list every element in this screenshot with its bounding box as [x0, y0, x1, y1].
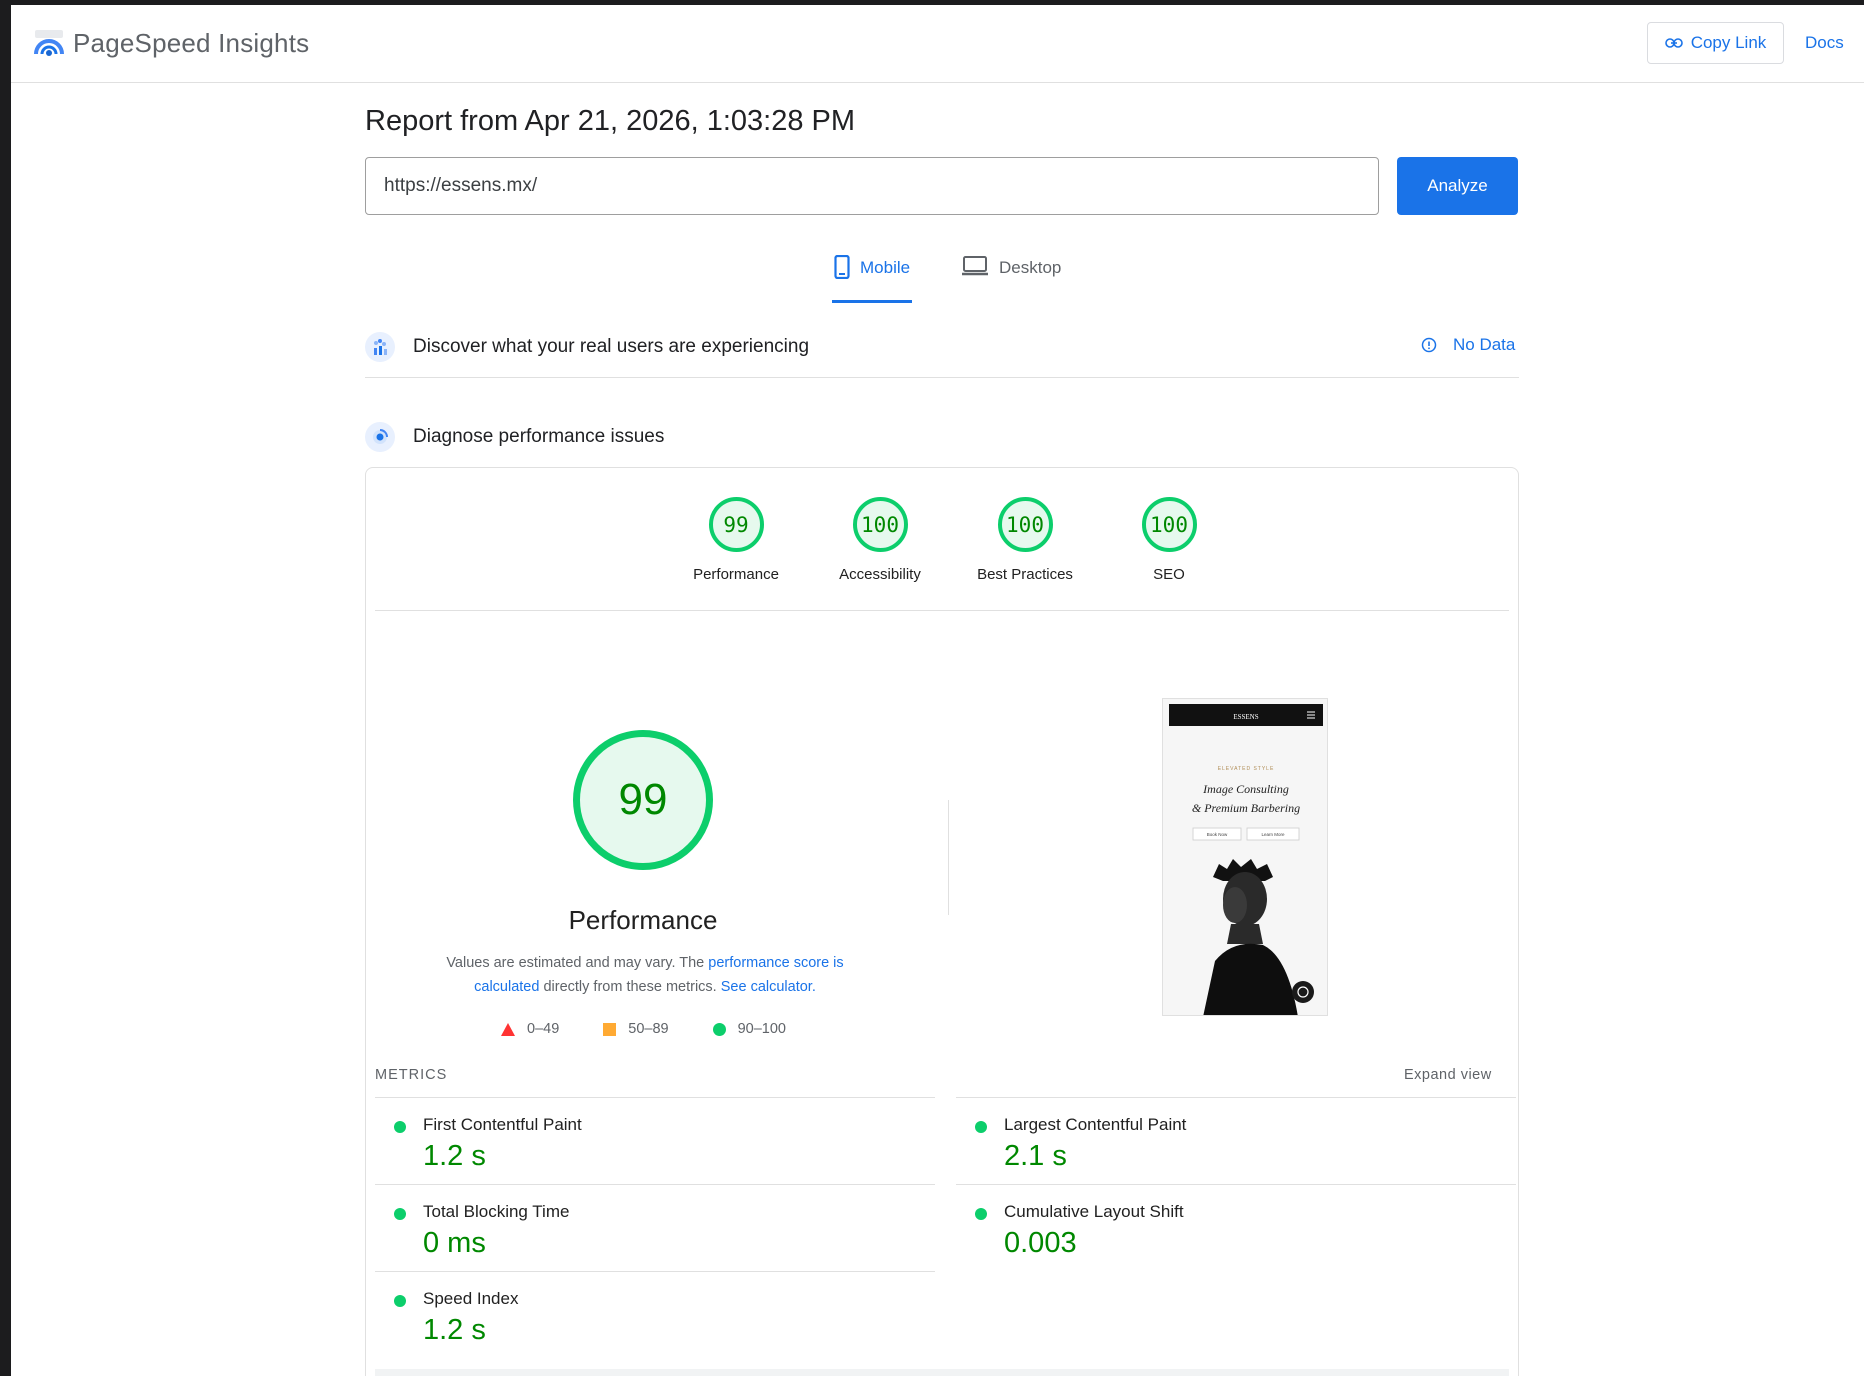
analyze-button[interactable]: Analyze — [1397, 157, 1518, 215]
pass-dot-icon — [975, 1121, 987, 1133]
tab-mobile[interactable]: Mobile — [832, 255, 913, 303]
metrics-header: METRICS — [375, 1067, 448, 1083]
diagnose-section-header: Diagnose performance issues — [365, 418, 1519, 456]
metric-largest-contentful-paint: Largest Contentful Paint 2.1 s — [956, 1097, 1516, 1184]
screenshot-brand: ESSENS — [1233, 713, 1258, 721]
gauge-performance[interactable]: 99 Performance — [676, 497, 796, 583]
app-title: PageSpeed Insights — [73, 28, 310, 58]
legend-fail: 0–49 — [501, 1021, 559, 1037]
orange-square-icon — [603, 1022, 617, 1036]
performance-score-gauge: 99 — [573, 730, 713, 870]
metric-value: 0 ms — [423, 1227, 486, 1259]
bottom-strip — [375, 1369, 1509, 1376]
divider — [375, 610, 1509, 611]
metric-name: Cumulative Layout Shift — [1004, 1202, 1184, 1221]
legend-pass: 90–100 — [712, 1021, 786, 1037]
metric-name: First Contentful Paint — [423, 1115, 582, 1134]
metric-name: Speed Index — [423, 1289, 519, 1308]
metric-value: 1.2 s — [423, 1140, 486, 1172]
gauge-seo[interactable]: 100 SEO — [1109, 497, 1229, 583]
laptop-icon — [962, 256, 988, 276]
metric-value: 2.1 s — [1004, 1140, 1067, 1172]
pass-dot-icon — [394, 1295, 406, 1307]
divider — [365, 377, 1519, 378]
no-data-label: No Data — [1453, 335, 1516, 354]
performance-description: Values are estimated and may vary. The p… — [435, 951, 855, 999]
link-icon — [1664, 38, 1683, 48]
gauge-label: Accessibility — [839, 566, 921, 583]
copy-link-label: Copy Link — [1690, 33, 1767, 52]
page-screenshot-thumbnail[interactable]: ESSENS ELEVATED STYLE Image Consulting &… — [1162, 698, 1328, 1016]
url-input[interactable] — [365, 157, 1379, 215]
crux-title: Discover what your real users are experi… — [413, 336, 810, 357]
divider — [948, 800, 949, 915]
pass-dot-icon — [975, 1208, 987, 1220]
legend-label: 50–89 — [628, 1021, 669, 1037]
gauge-score: 99 — [708, 497, 764, 552]
tab-desktop[interactable]: Desktop — [961, 255, 1061, 300]
metric-name: Largest Contentful Paint — [1004, 1115, 1187, 1134]
gauge-score: 100 — [997, 497, 1053, 552]
desc-text: Values are estimated and may vary. The — [446, 955, 709, 971]
info-icon — [1421, 337, 1437, 353]
tab-mobile-label: Mobile — [860, 258, 911, 277]
gauge-label: Best Practices — [977, 566, 1073, 583]
no-data-link[interactable]: No Data — [1421, 335, 1515, 355]
screenshot-headline: & Premium Barbering — [1192, 801, 1300, 815]
gauge-score: 100 — [852, 497, 908, 552]
docs-link[interactable]: Docs — [1805, 33, 1844, 53]
desc-text: directly from these metrics. — [539, 979, 721, 995]
crux-section-header: Discover what your real users are experi… — [365, 328, 1519, 366]
page: PageSpeed Insights Copy Link Docs Report… — [11, 5, 1864, 1376]
metric-cumulative-layout-shift: Cumulative Layout Shift 0.003 — [956, 1184, 1516, 1271]
metric-value: 0.003 — [1004, 1227, 1077, 1259]
report-title: Report from Apr 21, 2026, 1:03:28 PM — [365, 105, 856, 137]
pagespeed-logo-icon[interactable] — [33, 27, 65, 59]
metric-first-contentful-paint: First Contentful Paint 1.2 s — [375, 1097, 935, 1184]
top-bar: PageSpeed Insights Copy Link Docs — [11, 5, 1864, 83]
metric-total-blocking-time: Total Blocking Time 0 ms — [375, 1184, 935, 1271]
screenshot-tagline: ELEVATED STYLE — [1218, 766, 1275, 772]
screenshot-button: Learn More — [1261, 832, 1285, 837]
legend-average: 50–89 — [603, 1021, 669, 1037]
score-legend: 0–49 50–89 90–100 — [501, 1021, 786, 1037]
tab-desktop-label: Desktop — [999, 258, 1062, 277]
gauge-best-practices[interactable]: 100 Best Practices — [965, 497, 1085, 583]
metric-speed-index: Speed Index 1.2 s — [375, 1271, 935, 1358]
gauge-label: SEO — [1153, 566, 1185, 583]
copy-link-button[interactable]: Copy Link — [1647, 22, 1784, 64]
expand-view-toggle[interactable]: Expand view — [1404, 1067, 1492, 1083]
gauge-score: 100 — [1141, 497, 1197, 552]
metric-name: Total Blocking Time — [423, 1202, 570, 1221]
diagnose-title: Diagnose performance issues — [413, 426, 665, 447]
green-circle-icon — [712, 1022, 726, 1036]
performance-title: Performance — [568, 905, 718, 935]
pass-dot-icon — [394, 1121, 406, 1133]
gauge-accessibility[interactable]: 100 Accessibility — [820, 497, 940, 583]
diagnose-icon — [365, 422, 395, 452]
metric-value: 1.2 s — [423, 1314, 486, 1346]
screenshot-headline: Image Consulting — [1202, 782, 1289, 796]
pass-dot-icon — [394, 1208, 406, 1220]
screenshot-button: Book Now — [1207, 832, 1228, 837]
see-calculator-link[interactable]: See calculator. — [721, 979, 816, 995]
red-triangle-icon — [501, 1022, 515, 1036]
legend-label: 90–100 — [737, 1021, 786, 1037]
users-chart-icon — [365, 332, 395, 362]
legend-label: 0–49 — [527, 1021, 560, 1037]
gauge-label: Performance — [693, 566, 779, 583]
phone-icon — [834, 255, 850, 279]
